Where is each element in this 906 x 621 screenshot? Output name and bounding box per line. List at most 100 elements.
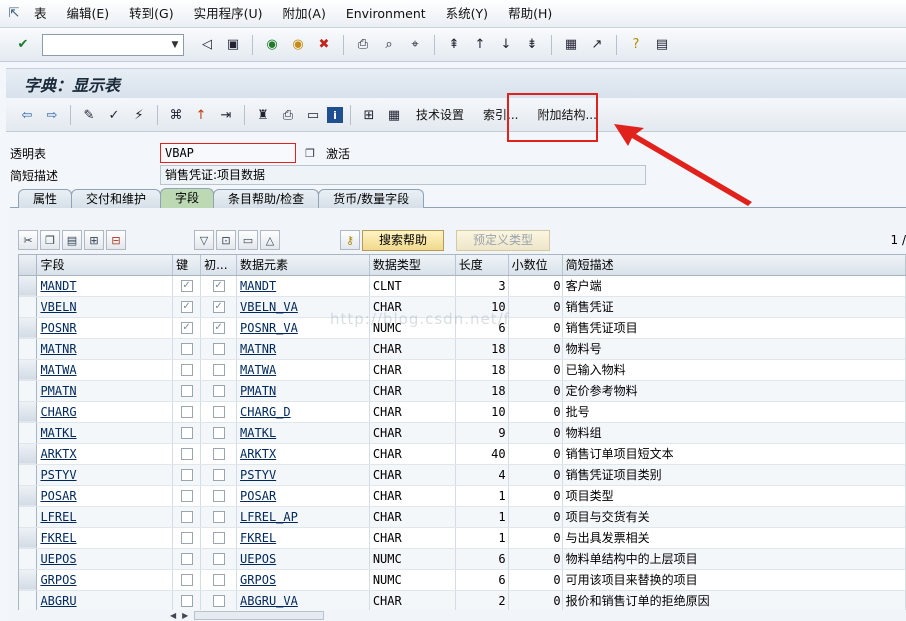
exit-icon[interactable]: ⇱ bbox=[4, 6, 24, 22]
cell-field-name[interactable]: POSAR bbox=[36, 485, 174, 507]
row-selector[interactable] bbox=[19, 359, 38, 381]
horizontal-scrollbar[interactable]: ◀ ▶ bbox=[170, 610, 450, 621]
cell-key-checkbox[interactable] bbox=[172, 422, 202, 444]
cell-field-name[interactable]: GRPOS bbox=[36, 569, 174, 591]
row-selector[interactable] bbox=[19, 464, 38, 486]
unchecked-checkbox-icon[interactable] bbox=[212, 595, 225, 607]
cell-key-checkbox[interactable] bbox=[172, 569, 202, 591]
cell-initial-checkbox[interactable] bbox=[200, 464, 238, 486]
row-selector[interactable] bbox=[19, 338, 38, 360]
cell-field-name[interactable]: MANDT bbox=[36, 275, 174, 297]
menu-goto[interactable]: 转到(G) bbox=[119, 0, 183, 28]
checked-checkbox-icon[interactable]: ✓ bbox=[212, 301, 225, 313]
cell-key-checkbox[interactable] bbox=[172, 485, 202, 507]
cell-initial-checkbox[interactable] bbox=[200, 443, 238, 465]
table-row[interactable]: ABGRU ABGRU_VA CHAR 2 0 报价和销售订单的拒绝原因 bbox=[19, 590, 906, 610]
unchecked-checkbox-icon[interactable] bbox=[180, 343, 193, 355]
unchecked-checkbox-icon[interactable] bbox=[180, 553, 193, 565]
cell-initial-checkbox[interactable]: ✓ bbox=[200, 296, 238, 318]
menu-table[interactable]: 表 bbox=[24, 0, 57, 28]
deselect-all-icon[interactable]: ▭ bbox=[238, 230, 258, 250]
cell-initial-checkbox[interactable]: ✓ bbox=[200, 317, 238, 339]
cell-field-name[interactable]: FKREL bbox=[36, 527, 174, 549]
predefined-type-button[interactable]: 预定义类型 bbox=[456, 229, 551, 251]
unchecked-checkbox-icon[interactable] bbox=[180, 406, 193, 418]
cell-field-name[interactable]: MATNR bbox=[36, 338, 174, 360]
unchecked-checkbox-icon[interactable] bbox=[212, 574, 225, 586]
menu-help[interactable]: 帮助(H) bbox=[498, 0, 562, 28]
cell-initial-checkbox[interactable] bbox=[200, 359, 238, 381]
cell-initial-checkbox[interactable] bbox=[200, 590, 238, 610]
row-selector[interactable] bbox=[19, 548, 38, 570]
unchecked-checkbox-icon[interactable] bbox=[212, 427, 225, 439]
tab-entry-help-check[interactable]: 条目帮助/检查 bbox=[213, 189, 320, 208]
unchecked-checkbox-icon[interactable] bbox=[212, 448, 225, 460]
cell-data-element[interactable]: MANDT bbox=[236, 275, 370, 297]
structure-icon[interactable]: ⊞ bbox=[358, 104, 380, 126]
scroll-right-icon[interactable]: ▶ bbox=[182, 611, 188, 620]
sort-icon[interactable]: ▽ bbox=[194, 230, 214, 250]
unchecked-checkbox-icon[interactable] bbox=[212, 364, 225, 376]
unchecked-checkbox-icon[interactable] bbox=[180, 469, 193, 481]
where-used-icon[interactable]: ⌘ bbox=[165, 104, 187, 126]
contents-icon[interactable]: ▦ bbox=[383, 104, 405, 126]
cell-field-name[interactable]: PMATN bbox=[36, 380, 174, 402]
cell-initial-checkbox[interactable] bbox=[200, 380, 238, 402]
row-selector[interactable] bbox=[19, 443, 38, 465]
column-header-field[interactable]: 字段 bbox=[36, 255, 174, 276]
chevron-down-icon[interactable]: ▼ bbox=[167, 35, 183, 55]
check-icon[interactable]: ✓ bbox=[103, 104, 125, 126]
cell-key-checkbox[interactable]: ✓ bbox=[172, 275, 202, 297]
table-row[interactable]: CHARG CHARG_D CHAR 10 0 批号 bbox=[19, 401, 906, 423]
display-change-icon[interactable]: ✎ bbox=[78, 104, 100, 126]
row-selector[interactable] bbox=[19, 422, 38, 444]
column-header-data-type[interactable]: 数据类型 bbox=[369, 255, 456, 276]
unchecked-checkbox-icon[interactable] bbox=[212, 385, 225, 397]
select-all-icon[interactable]: ⊡ bbox=[216, 230, 236, 250]
tab-fields[interactable]: 字段 bbox=[160, 188, 215, 208]
cancel-icon[interactable]: ✖ bbox=[313, 34, 335, 56]
short-description-field[interactable]: 销售凭证:项目数据 bbox=[160, 165, 646, 185]
table-row[interactable]: GRPOS GRPOS NUMC 6 0 可用该项目来替换的项目 bbox=[19, 569, 906, 591]
table-row[interactable]: POSAR POSAR CHAR 1 0 项目类型 bbox=[19, 485, 906, 507]
insert-row-icon[interactable]: ⊞ bbox=[84, 230, 104, 250]
cell-data-element[interactable]: ARKTX bbox=[236, 443, 370, 465]
cell-data-element[interactable]: LFREL_AP bbox=[236, 506, 370, 528]
menu-extras[interactable]: 附加(A) bbox=[273, 0, 336, 28]
help-icon[interactable]: ? bbox=[625, 34, 647, 56]
row-selector[interactable] bbox=[19, 296, 38, 318]
cell-initial-checkbox[interactable] bbox=[200, 422, 238, 444]
row-selector[interactable] bbox=[19, 317, 38, 339]
cell-key-checkbox[interactable] bbox=[172, 338, 202, 360]
next-page-icon[interactable]: ↓ bbox=[495, 34, 517, 56]
tab-attributes[interactable]: 属性 bbox=[18, 189, 73, 208]
cut-icon[interactable]: ✂ bbox=[18, 230, 38, 250]
display-object-icon[interactable]: ▭ bbox=[302, 104, 324, 126]
table-row[interactable]: UEPOS UEPOS NUMC 6 0 物料单结构中的上层项目 bbox=[19, 548, 906, 570]
column-header-key[interactable]: 键 bbox=[172, 255, 202, 276]
first-page-icon[interactable]: ⇞ bbox=[443, 34, 465, 56]
paste-icon[interactable]: ▤ bbox=[62, 230, 82, 250]
cell-initial-checkbox[interactable] bbox=[200, 527, 238, 549]
menu-edit[interactable]: 编辑(E) bbox=[57, 0, 120, 28]
table-row[interactable]: LFREL LFREL_AP CHAR 1 0 项目与交货有关 bbox=[19, 506, 906, 528]
cell-data-element[interactable]: POSAR bbox=[236, 485, 370, 507]
cell-field-name[interactable]: UEPOS bbox=[36, 548, 174, 570]
checked-checkbox-icon[interactable]: ✓ bbox=[180, 301, 193, 313]
layout-menu-icon[interactable]: ▤ bbox=[651, 34, 673, 56]
unchecked-checkbox-icon[interactable] bbox=[180, 364, 193, 376]
cell-data-element[interactable]: MATWA bbox=[236, 359, 370, 381]
cell-initial-checkbox[interactable]: ✓ bbox=[200, 275, 238, 297]
object-list-icon[interactable]: ↑ bbox=[190, 104, 212, 126]
tab-delivery-maintenance[interactable]: 交付和维护 bbox=[71, 189, 162, 208]
enter-check-icon[interactable]: ✔ bbox=[12, 34, 34, 56]
unchecked-checkbox-icon[interactable] bbox=[180, 532, 193, 544]
last-page-icon[interactable]: ⇟ bbox=[521, 34, 543, 56]
checked-checkbox-icon[interactable]: ✓ bbox=[212, 280, 225, 292]
cell-key-checkbox[interactable] bbox=[172, 548, 202, 570]
cell-field-name[interactable]: VBELN bbox=[36, 296, 174, 318]
triangle-left-icon[interactable]: ◁ bbox=[196, 34, 218, 56]
row-selector[interactable] bbox=[19, 506, 38, 528]
column-header-short-description[interactable]: 简短描述 bbox=[562, 255, 906, 276]
cell-initial-checkbox[interactable] bbox=[200, 569, 238, 591]
